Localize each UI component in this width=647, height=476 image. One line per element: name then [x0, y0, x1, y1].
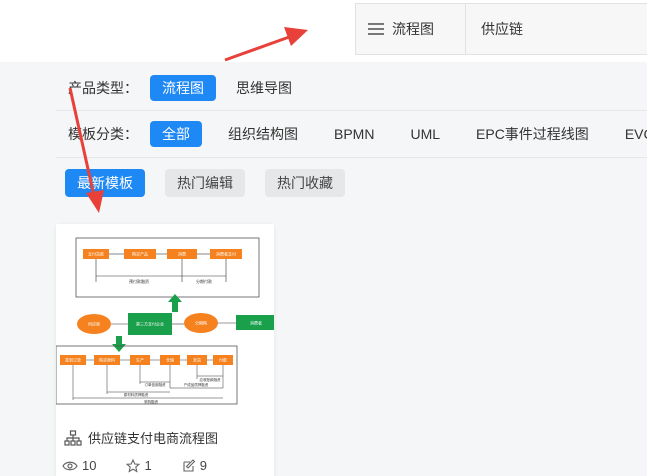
search-category-label: 流程图	[392, 21, 434, 37]
thumb-bottom-box: 仓储	[166, 357, 174, 363]
likes-stat[interactable]: 1	[126, 458, 152, 473]
thumb-label: 分期付款	[196, 278, 212, 284]
category-option-uml[interactable]: UML	[410, 126, 440, 142]
thumb-top-box: 消费	[178, 251, 186, 257]
product-type-label: 产品类型：	[68, 80, 138, 96]
thumb-node: 消费者	[250, 320, 262, 326]
divider	[56, 157, 647, 158]
thumb-label: 订单信用融资	[145, 382, 166, 387]
search-input[interactable]: 供应链	[466, 19, 523, 39]
thumb-bottom-box: 购买原料	[99, 357, 115, 363]
tab-hot-edit[interactable]: 热门编辑	[165, 169, 245, 197]
thumb-node: 供应商	[88, 321, 100, 327]
thumb-label: 原材料质押融资	[124, 392, 149, 397]
template-card[interactable]: 支付货款 购买产品 消费 消费者支付 预付款融资 分期付款 供应商 第三方支付企…	[56, 224, 274, 476]
thumb-top-box: 消费者支付	[216, 251, 236, 257]
edits-count: 9	[199, 458, 207, 473]
likes-count: 1	[144, 458, 152, 473]
search-box[interactable]: 流程图 供应链	[355, 3, 647, 55]
search-category-select[interactable]: 流程图	[356, 4, 466, 54]
product-type-row: 产品类型： 流程图 思维导图	[68, 71, 312, 105]
tab-latest[interactable]: 最新模板	[65, 169, 145, 197]
thumb-label: 采购融资	[144, 399, 158, 404]
thumb-top-box: 购买产品	[132, 251, 148, 257]
tab-hot-favorite[interactable]: 热门收藏	[265, 169, 345, 197]
eye-icon	[62, 461, 78, 470]
thumb-node: 分期购	[195, 320, 207, 326]
thumb-bottom-box: 付款	[219, 357, 227, 363]
views-stat: 10	[62, 458, 96, 473]
menu-icon	[368, 23, 384, 35]
card-title[interactable]: 供应链支付电商流程图	[64, 428, 218, 447]
edit-icon	[183, 458, 195, 472]
thumb-bottom-box: 发货	[193, 357, 201, 363]
thumb-bottom-box: 签到订单	[65, 357, 81, 363]
product-type-option-mindmap[interactable]: 思维导图	[224, 75, 304, 101]
template-category-label: 模板分类：	[68, 126, 138, 142]
category-option-all[interactable]: 全部	[150, 121, 202, 147]
star-icon	[126, 458, 141, 473]
org-chart-icon	[64, 429, 82, 446]
thumb-label: 产成品质押融资	[184, 382, 209, 387]
views-count: 10	[82, 458, 97, 473]
divider	[56, 110, 647, 111]
thumb-bottom-box: 生产	[136, 357, 144, 363]
product-type-option-flowchart[interactable]: 流程图	[150, 75, 216, 101]
thumb-node: 第三方支付企业	[136, 321, 164, 327]
template-category-row: 模板分类： 全部 组织结构图 BPMN UML EPC事件过程线图 EVC	[68, 117, 647, 151]
thumb-label: 应收账款融资	[200, 377, 221, 382]
top-bar: 流程图 供应链	[0, 0, 647, 62]
category-option-epc[interactable]: EPC事件过程线图	[476, 124, 589, 144]
edits-stat[interactable]: 9	[182, 458, 207, 473]
template-thumbnail: 支付货款 购买产品 消费 消费者支付 预付款融资 分期付款 供应商 第三方支付企…	[56, 224, 274, 420]
category-option-bpmn[interactable]: BPMN	[334, 126, 374, 142]
thumb-top-box: 支付货款	[88, 251, 104, 257]
card-stats: 10 1 9	[62, 458, 272, 473]
card-title-text: 供应链支付电商流程图	[88, 431, 219, 446]
category-option-evc[interactable]: EVC	[625, 126, 647, 142]
category-option-org-chart[interactable]: 组织结构图	[228, 124, 298, 144]
thumb-label: 预付款融资	[129, 278, 149, 284]
sort-tabs: 最新模板 热门编辑 热门收藏	[65, 166, 365, 200]
